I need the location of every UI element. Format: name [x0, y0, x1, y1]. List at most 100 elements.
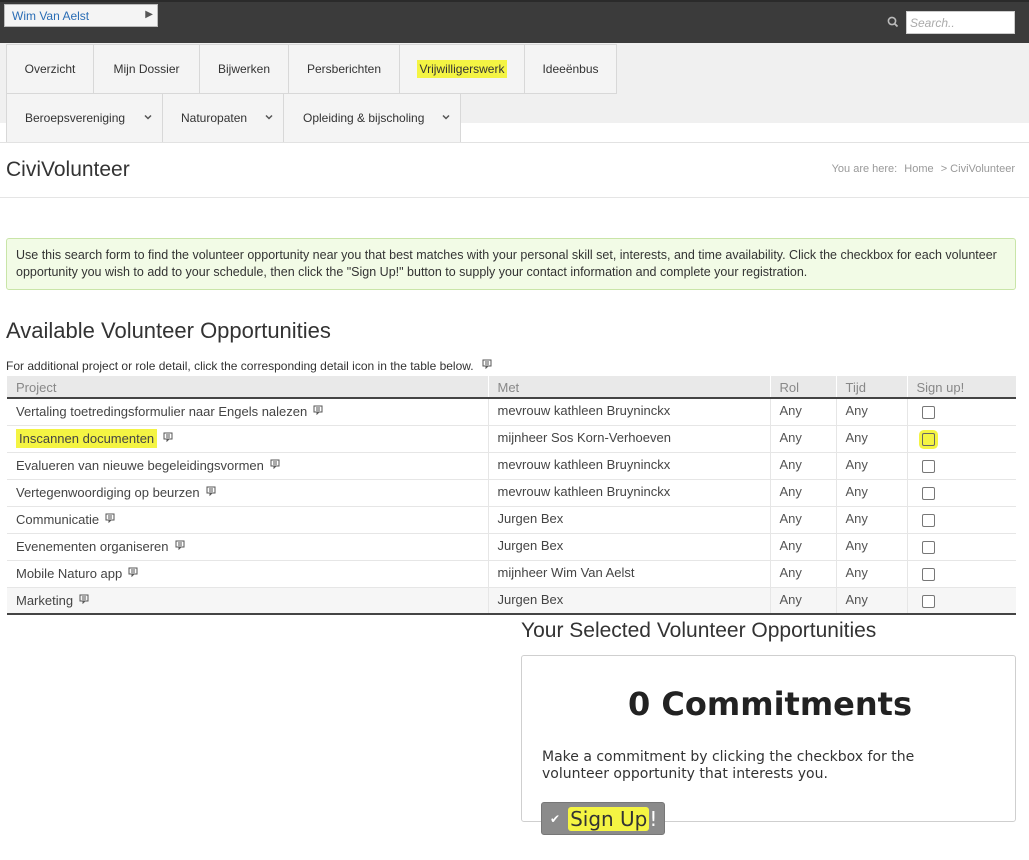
detail-icon[interactable]	[128, 567, 138, 577]
met-cell: mevrouw kathleen Bruyninckx	[488, 398, 771, 426]
rol-cell: Any	[770, 398, 837, 426]
divider	[0, 197, 1029, 198]
tijd-cell: Any	[836, 506, 908, 534]
nav-item-beroepsvereniging[interactable]: Beroepsvereniging	[6, 93, 163, 143]
project-name: Inscannen documenten	[16, 429, 158, 448]
detail-icon[interactable]	[270, 459, 280, 469]
nav-item-ideeenbus[interactable]: Ideeënbus	[524, 44, 617, 94]
met-cell: Jurgen Bex	[488, 533, 771, 561]
signup-label: Sign Up	[568, 806, 650, 831]
page-title: CiviVolunteer	[6, 158, 130, 181]
signup-cell	[907, 425, 1016, 453]
signup-cell	[907, 506, 1016, 534]
detail-icon	[482, 359, 492, 369]
met-cell: mijnheer Wim Van Aelst	[488, 560, 771, 588]
table-row: Evalueren van nieuwe begeleidingsvormen …	[7, 452, 1016, 480]
signup-button[interactable]: ✔ Sign Up!	[541, 802, 665, 835]
user-menu-button[interactable]: Wim Van Aelst ▶	[4, 4, 158, 27]
signup-checkbox[interactable]	[921, 594, 935, 608]
detail-icon[interactable]	[313, 405, 323, 416]
tijd-cell: Any	[836, 560, 908, 588]
nav-label: Opleiding & bijscholing	[303, 111, 425, 125]
tijd-cell: Any	[836, 479, 908, 507]
rol-cell: Any	[770, 425, 837, 453]
table-row: Vertegenwoordiging op beurzen mevrouw ka…	[7, 479, 1016, 507]
tijd-cell: Any	[836, 587, 908, 615]
met-cell: mevrouw kathleen Bruyninckx	[488, 479, 771, 507]
table-row: Communicatie Jurgen Bex Any Any	[7, 506, 1016, 534]
divider	[0, 142, 1029, 143]
project-name: Vertegenwoordiging op beurzen	[16, 485, 200, 500]
project-name: Vertaling toetredingsformulier naar Enge…	[16, 404, 308, 420]
col-signup[interactable]: Sign up!	[907, 376, 1016, 399]
project-cell: Evenementen organiseren	[7, 533, 489, 561]
opportunities-table: Project Met Rol Tijd Sign up! Vertaling …	[7, 376, 1016, 615]
col-tijd[interactable]: Tijd	[836, 376, 908, 399]
met-cell: Jurgen Bex	[488, 587, 771, 615]
project-name: Evalueren van nieuwe begeleidingsvormen	[16, 458, 264, 473]
help-message: Use this search form to find the volunte…	[6, 238, 1016, 290]
tijd-cell: Any	[836, 452, 908, 480]
signup-cell	[907, 533, 1016, 561]
nav-label: Vrijwilligerswerk	[416, 60, 508, 78]
table-row: Marketing Jurgen Bex Any Any	[7, 587, 1016, 615]
met-cell: Jurgen Bex	[488, 506, 771, 534]
signup-cell	[907, 479, 1016, 507]
met-cell: mevrouw kathleen Bruyninckx	[488, 452, 771, 480]
nav-item-overzicht[interactable]: Overzicht	[6, 44, 94, 94]
breadcrumb-home[interactable]: Home	[904, 163, 933, 175]
signup-checkbox[interactable]	[921, 433, 935, 447]
signup-checkbox[interactable]	[921, 568, 935, 582]
project-cell: Inscannen documenten	[7, 425, 489, 453]
detail-icon[interactable]	[163, 432, 173, 442]
signup-checkbox[interactable]	[921, 541, 935, 555]
nav-item-vrijwilligerswerk[interactable]: Vrijwilligerswerk	[399, 44, 525, 94]
signup-checkbox[interactable]	[921, 406, 935, 420]
detail-icon[interactable]	[175, 540, 185, 550]
detail-icon[interactable]	[105, 513, 115, 523]
tijd-cell: Any	[836, 425, 908, 453]
project-cell: Evalueren van nieuwe begeleidingsvormen	[7, 452, 489, 480]
rol-cell: Any	[770, 479, 837, 507]
chevron-down-icon	[265, 114, 273, 120]
nav-label: Persberichten	[306, 62, 382, 76]
detail-note: For additional project or role detail, c…	[6, 359, 492, 373]
rol-cell: Any	[770, 560, 837, 588]
chevron-down-icon	[442, 114, 450, 120]
tijd-cell: Any	[836, 398, 908, 426]
table-row: Mobile Naturo app mijnheer Wim Van Aelst…	[7, 560, 1016, 588]
nav-item-naturopaten[interactable]: Naturopaten	[162, 93, 284, 143]
breadcrumb-current: > CiviVolunteer	[940, 163, 1015, 175]
nav-item-persberichten[interactable]: Persberichten	[288, 44, 400, 94]
project-cell: Vertegenwoordiging op beurzen	[7, 479, 489, 507]
signup-checkbox[interactable]	[921, 460, 935, 474]
commitments-note: Make a commitment by clicking the checkb…	[542, 749, 915, 782]
table-row: Inscannen documenten mijnheer Sos Korn-V…	[7, 425, 1016, 453]
detail-icon[interactable]	[79, 594, 89, 604]
project-cell: Mobile Naturo app	[7, 560, 489, 588]
search-icon	[887, 16, 899, 28]
signup-cell	[907, 452, 1016, 480]
nav-item-mijn-dossier[interactable]: Mijn Dossier	[93, 44, 200, 94]
col-rol[interactable]: Rol	[770, 376, 837, 399]
section-title: Available Volunteer Opportunities	[6, 318, 331, 343]
signup-cell	[907, 398, 1016, 426]
nav-item-opleiding[interactable]: Opleiding & bijscholing	[283, 93, 461, 143]
detail-note-text: For additional project or role detail, c…	[6, 359, 474, 373]
col-met[interactable]: Met	[488, 376, 771, 399]
breadcrumb: You are here: Home > CiviVolunteer	[828, 163, 1015, 175]
search-input[interactable]	[906, 11, 1015, 34]
table-header-row: Project Met Rol Tijd Sign up!	[7, 376, 1016, 399]
nav-label: Ideeënbus	[542, 62, 599, 76]
rol-cell: Any	[770, 452, 837, 480]
detail-icon[interactable]	[206, 486, 216, 496]
caret-right-icon: ▶	[145, 9, 153, 20]
col-project[interactable]: Project	[7, 376, 489, 399]
nav-label: Overzicht	[24, 62, 76, 76]
rol-cell: Any	[770, 506, 837, 534]
nav-item-bijwerken[interactable]: Bijwerken	[199, 44, 289, 94]
signup-checkbox[interactable]	[921, 514, 935, 528]
signup-checkbox[interactable]	[921, 487, 935, 501]
project-name: Communicatie	[16, 512, 100, 527]
table-row: Evenementen organiseren Jurgen Bex Any A…	[7, 533, 1016, 561]
